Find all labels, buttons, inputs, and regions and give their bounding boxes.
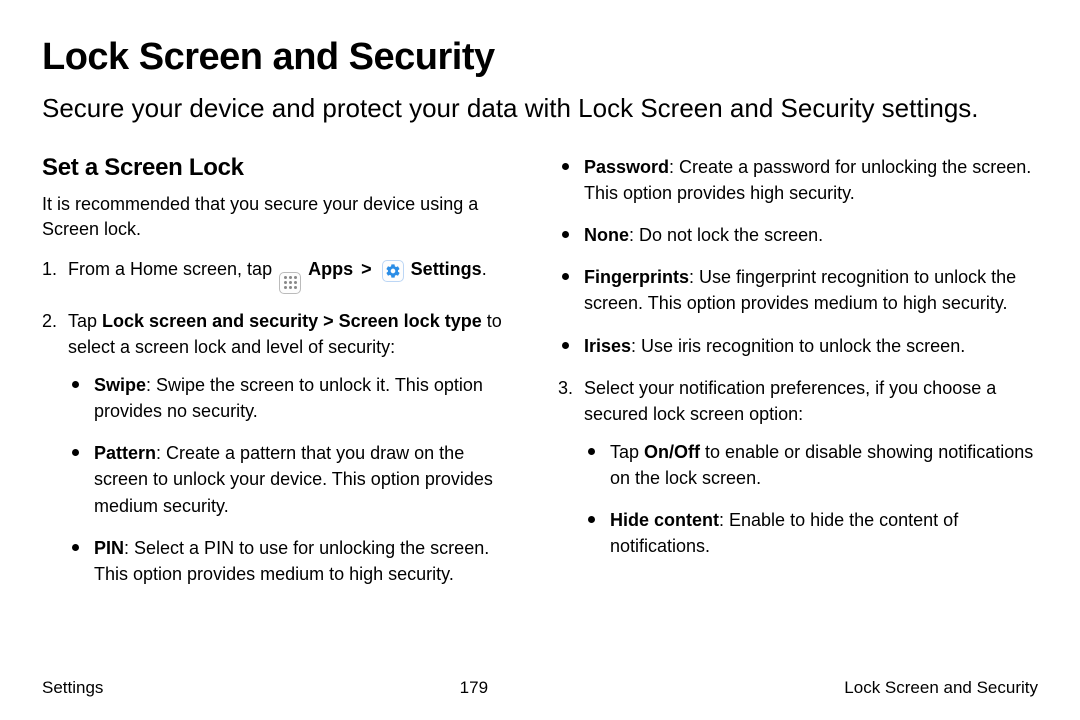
chevron-right-icon: > <box>361 259 372 279</box>
option-desc: : Do not lock the screen. <box>629 225 823 245</box>
step-2-pre: Tap <box>68 311 102 331</box>
sub-onoff: Tap On/Off to enable or disable showing … <box>584 439 1038 491</box>
steps-list-right: 3. Select your notification preferences,… <box>558 375 1038 560</box>
option-desc: : Use iris recognition to unlock the scr… <box>631 336 965 356</box>
step-2-options: Swipe: Swipe the screen to unlock it. Th… <box>68 372 522 587</box>
step-number: 3. <box>558 375 573 401</box>
step-number: 1. <box>42 256 57 282</box>
footer-left: Settings <box>42 678 103 698</box>
steps-list-left: 1. From a Home screen, tap Apps > Settin… <box>42 256 522 586</box>
step-number: 2. <box>42 308 57 334</box>
step-3: 3. Select your notification preferences,… <box>558 375 1038 560</box>
option-password: Password: Create a password for unlockin… <box>558 154 1038 206</box>
page-footer: Settings 179 Lock Screen and Security <box>42 678 1038 698</box>
right-column: Password: Create a password for unlockin… <box>558 154 1038 603</box>
gear-icon <box>382 260 404 282</box>
option-swipe: Swipe: Swipe the screen to unlock it. Th… <box>68 372 522 424</box>
footer-right: Lock Screen and Security <box>844 678 1038 698</box>
option-label: Password <box>584 157 669 177</box>
option-desc: : Select a PIN to use for unlocking the … <box>94 538 489 584</box>
option-pin: PIN: Select a PIN to use for unlocking t… <box>68 535 522 587</box>
option-label: Swipe <box>94 375 146 395</box>
option-desc: : Swipe the screen to unlock it. This op… <box>94 375 483 421</box>
option-label: None <box>584 225 629 245</box>
step-3-text: Select your notification preferences, if… <box>584 378 996 424</box>
step-2: 2. Tap Lock screen and security > Screen… <box>42 308 522 587</box>
option-label: Fingerprints <box>584 267 689 287</box>
option-none: None: Do not lock the screen. <box>558 222 1038 248</box>
content-columns: Set a Screen Lock It is recommended that… <box>42 154 1038 603</box>
option-irises: Irises: Use iris recognition to unlock t… <box>558 333 1038 359</box>
option-fingerprints: Fingerprints: Use fingerprint recognitio… <box>558 264 1038 316</box>
intro-text: Secure your device and protect your data… <box>42 91 1038 126</box>
option-label: Pattern <box>94 443 156 463</box>
option-label: Irises <box>584 336 631 356</box>
apps-label: Apps <box>308 259 353 279</box>
page-title: Lock Screen and Security <box>42 36 1038 79</box>
step-2-bold: Lock screen and security > Screen lock t… <box>102 311 482 331</box>
option-pattern: Pattern: Create a pattern that you draw … <box>68 440 522 518</box>
step-2-options-cont: Password: Create a password for unlockin… <box>558 154 1038 359</box>
sub-bold: Hide content <box>610 510 719 530</box>
sub-pre: Tap <box>610 442 644 462</box>
step-1-pre: From a Home screen, tap <box>68 259 272 279</box>
step-1: 1. From a Home screen, tap Apps > Settin… <box>42 256 522 294</box>
recommendation-text: It is recommended that you secure your d… <box>42 192 522 242</box>
option-label: PIN <box>94 538 124 558</box>
left-column: Set a Screen Lock It is recommended that… <box>42 154 522 603</box>
footer-page-number: 179 <box>460 678 488 698</box>
settings-label: Settings <box>411 259 482 279</box>
sub-hide-content: Hide content: Enable to hide the content… <box>584 507 1038 559</box>
apps-icon <box>279 272 301 294</box>
step-1-end: . <box>482 259 487 279</box>
section-heading: Set a Screen Lock <box>42 154 522 182</box>
sub-bold: On/Off <box>644 442 700 462</box>
step-3-subs: Tap On/Off to enable or disable showing … <box>584 439 1038 559</box>
